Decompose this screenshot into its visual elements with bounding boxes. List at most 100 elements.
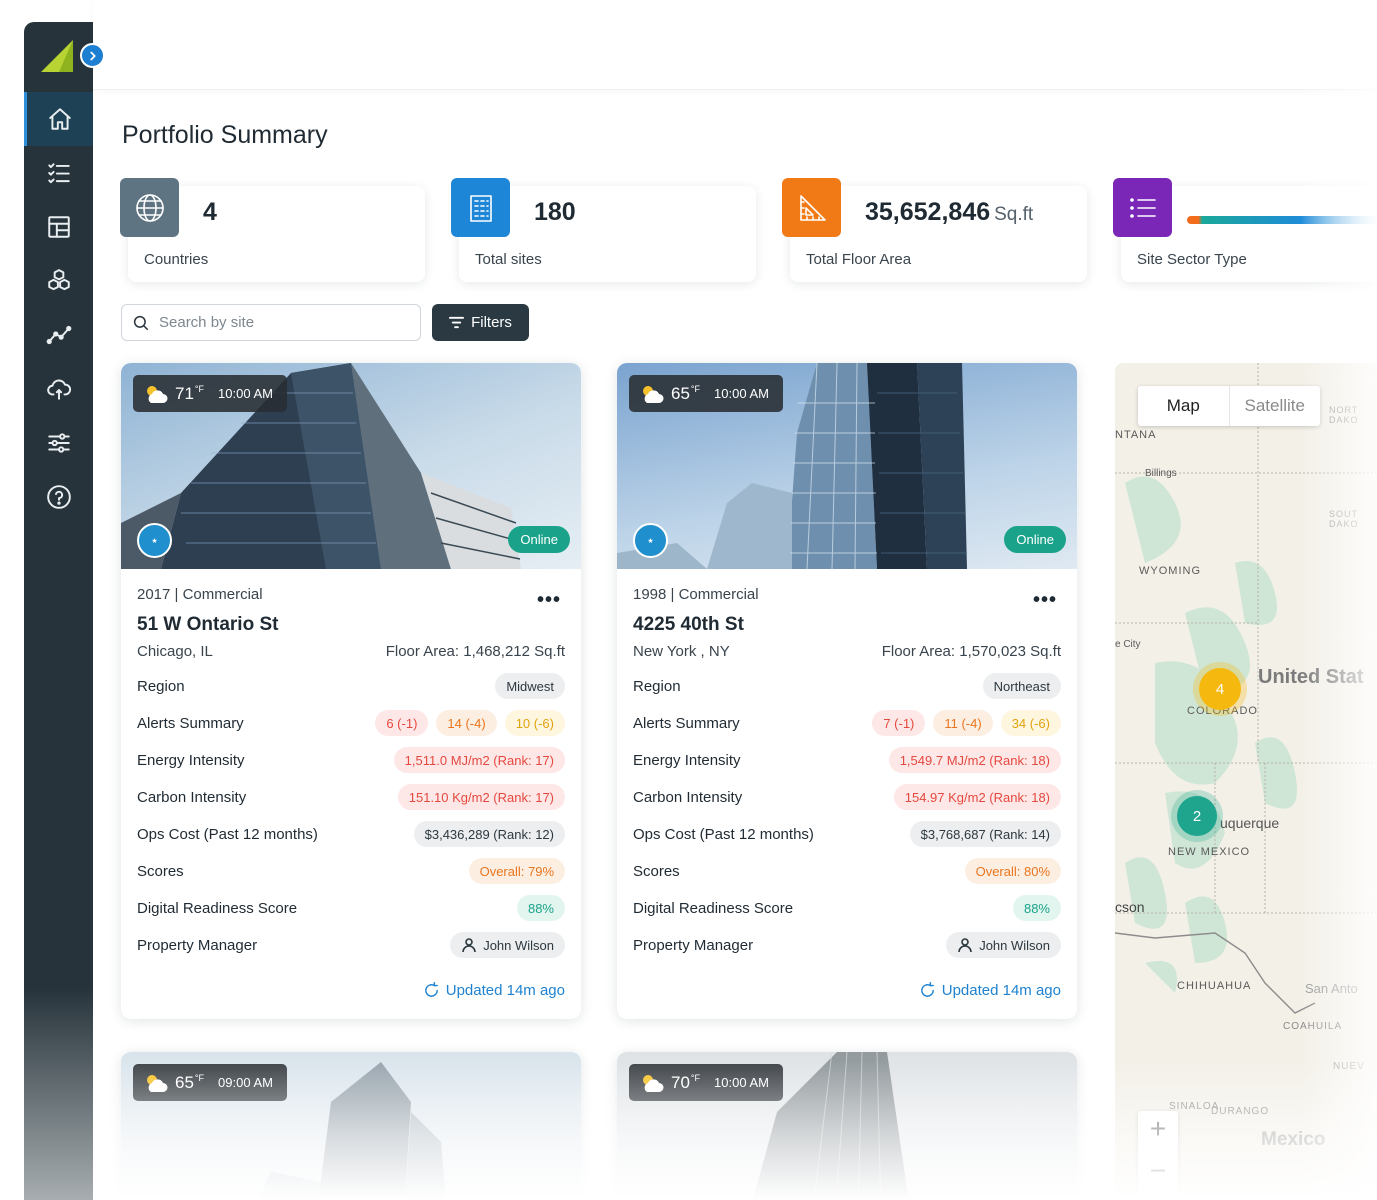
filters-button[interactable]: Filters [432, 304, 529, 341]
user-icon [958, 938, 972, 953]
map-cluster-marker[interactable]: 2 [1177, 796, 1217, 836]
refresh-link[interactable]: Updated 14m ago [423, 982, 565, 999]
map-label: United Stat [1258, 666, 1364, 688]
site-card[interactable]: 70°F 10:00 AM [617, 1052, 1077, 1200]
ops-cost-pill: $3,436,289 (Rank: 12) [413, 821, 565, 847]
filter-icon [449, 316, 465, 329]
row-label: Alerts Summary [137, 714, 244, 732]
map-label: uquerque [1220, 815, 1280, 831]
site-card[interactable]: 65°F 09:00 AM [121, 1052, 581, 1200]
carbon-row: Carbon Intensity 154.97 Kg/m2 (Rank: 18) [633, 783, 1061, 811]
manager-pill[interactable]: John Wilson [450, 932, 565, 958]
filters-label: Filters [471, 314, 512, 331]
major-alert-pill[interactable]: 11 (-4) [933, 710, 993, 736]
temperature: 70°F [671, 1073, 700, 1093]
ops-cost-row: Ops Cost (Past 12 months) $3,436,289 (Ra… [137, 820, 565, 848]
weather-badge: 65°F 09:00 AM [133, 1064, 287, 1101]
partly-cloudy-icon [643, 385, 664, 403]
map-type-toggle: Map Satellite [1138, 386, 1320, 426]
critical-alert-pill[interactable]: 6 (-1) [375, 710, 429, 736]
nav-analytics[interactable] [24, 308, 93, 362]
zoom-in-button[interactable]: + [1138, 1113, 1178, 1145]
region-row: Region Northeast [633, 672, 1061, 700]
nav-tasks[interactable] [24, 146, 93, 200]
temperature-unit: °F [690, 383, 701, 394]
nav-assets[interactable] [24, 254, 93, 308]
kpi-number: 35,652,846 [865, 198, 991, 226]
nav-cloud[interactable] [24, 362, 93, 416]
map-label: e City [1115, 639, 1141, 650]
site-card[interactable]: 65°F 10:00 AM ★ Online 1998 | Commercial… [617, 363, 1077, 1019]
major-alert-pill[interactable]: 14 (-4) [436, 710, 497, 736]
sliders-icon [47, 433, 70, 453]
nav-settings[interactable] [24, 416, 93, 470]
row-label: Property Manager [633, 936, 754, 954]
sites-map[interactable]: Map Satellite NTANA Billings WYOMING Uni… [1115, 363, 1377, 1200]
critical-alert-pill[interactable]: 7 (-1) [872, 710, 926, 736]
expand-sidebar-button[interactable] [80, 43, 105, 68]
row-label: Property Manager [137, 936, 258, 954]
analytics-icon [46, 325, 71, 345]
zoom-out-button[interactable]: − [1138, 1155, 1178, 1187]
alerts-row: Alerts Summary 6 (-1) 14 (-4) 10 (-6) [137, 709, 565, 737]
carbon-pill: 151.10 Kg/m2 (Rank: 17) [397, 784, 565, 810]
weather-badge: 65°F 10:00 AM [629, 375, 783, 412]
globe-icon [120, 178, 179, 237]
map-label: NTANA [1115, 429, 1157, 441]
weather-time: 10:00 AM [218, 386, 273, 401]
search-input[interactable] [159, 314, 399, 331]
search-box[interactable] [121, 304, 421, 341]
nav-home[interactable] [24, 92, 93, 146]
site-city: New York , NY [633, 643, 730, 660]
manager-name: John Wilson [979, 937, 1050, 953]
site-card[interactable]: 71°F 10:00 AM ★ Online 2017 | Commercial… [121, 363, 581, 1019]
minor-alert-pill[interactable]: 10 (-6) [504, 710, 565, 736]
map-cluster-marker[interactable]: 4 [1199, 668, 1241, 710]
chevron-right-icon [89, 51, 96, 60]
kpi-site-sector[interactable]: Site Sector Type [1113, 178, 1377, 282]
map-label: Billings [1145, 468, 1177, 479]
partly-cloudy-icon [643, 1074, 664, 1092]
site-name[interactable]: 4225 40th St [633, 614, 744, 636]
alerts-pills: 7 (-1) 11 (-4) 34 (-6) [872, 710, 1061, 736]
building-photo: 70°F 10:00 AM [617, 1052, 1077, 1200]
map-label: COAHUILA [1283, 1021, 1343, 1032]
ops-cost-row: Ops Cost (Past 12 months) $3,768,687 (Ra… [633, 820, 1061, 848]
energy-star-badge: ★ [137, 523, 172, 558]
temperature-value: 65 [175, 1072, 194, 1092]
row-label: Ops Cost (Past 12 months) [633, 825, 814, 843]
energy-row: Energy Intensity 1,549.7 MJ/m2 (Rank: 18… [633, 746, 1061, 774]
site-name[interactable]: 51 W Ontario St [137, 614, 278, 636]
energy-pill: 1,511.0 MJ/m2 (Rank: 17) [393, 747, 565, 773]
region-pill: Midwest [495, 673, 565, 699]
kpi-total-sites: 180 Total sites [451, 178, 756, 282]
carbon-pill: 154.97 Kg/m2 (Rank: 18) [893, 784, 1061, 810]
nav-dashboard[interactable] [24, 200, 93, 254]
map-terrain [1115, 363, 1377, 1014]
status-badge: Online [1004, 526, 1066, 553]
nav-help[interactable] [24, 470, 93, 524]
manager-row: Property Manager John Wilson [633, 931, 1061, 959]
map-label: WYOMING [1139, 565, 1201, 577]
row-label: Energy Intensity [137, 751, 245, 769]
manager-pill[interactable]: John Wilson [946, 932, 1061, 958]
updated-text: Updated 14m ago [445, 982, 565, 999]
more-options-button[interactable]: ••• [537, 589, 561, 612]
temperature-unit: °F [194, 1072, 205, 1083]
tab-map[interactable]: Map [1138, 386, 1230, 426]
refresh-icon [424, 982, 438, 997]
tab-satellite[interactable]: Satellite [1230, 386, 1321, 426]
kpi-countries: 4 Countries [120, 178, 425, 282]
scores-pill: Overall: 79% [468, 858, 565, 884]
energy-star-badge: ★ [633, 523, 668, 558]
temperature-unit: °F [690, 1072, 701, 1083]
manager-row: Property Manager John Wilson [137, 931, 565, 959]
refresh-link[interactable]: Updated 14m ago [919, 982, 1061, 999]
minor-alert-pill[interactable]: 34 (-6) [1000, 710, 1061, 736]
alerts-row: Alerts Summary 7 (-1) 11 (-4) 34 (-6) [633, 709, 1061, 737]
temperature-value: 65 [671, 383, 690, 403]
partly-cloudy-icon [147, 1074, 168, 1092]
row-label: Digital Readiness Score [633, 899, 794, 917]
more-options-button[interactable]: ••• [1033, 589, 1057, 612]
temperature-value: 71 [175, 383, 194, 403]
